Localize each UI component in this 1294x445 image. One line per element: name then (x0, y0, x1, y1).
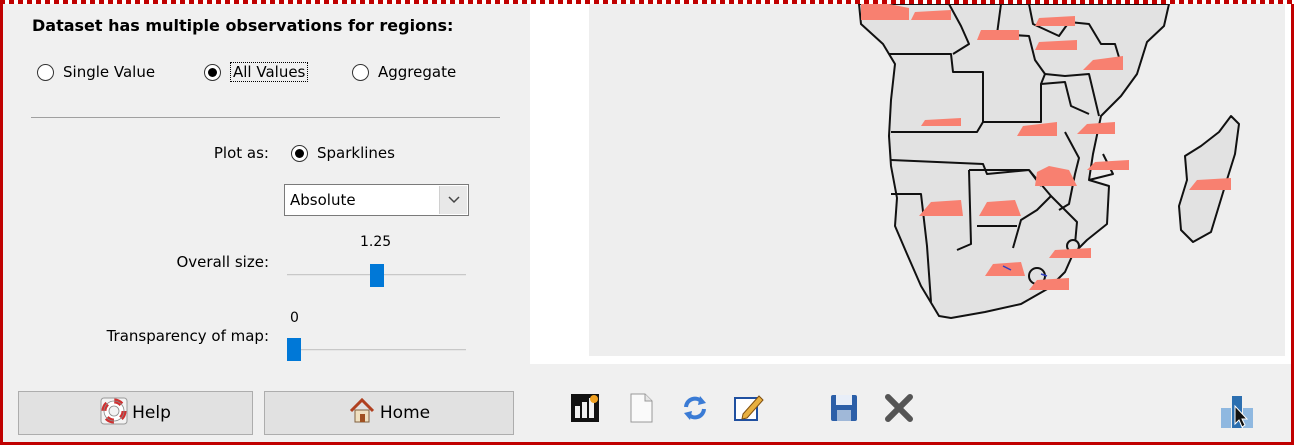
transparency-slider-track[interactable] (287, 349, 466, 351)
radio-all-values-label: All Values (230, 62, 309, 82)
radio-sparklines-label: Sparklines (317, 144, 395, 162)
save-icon[interactable] (828, 392, 860, 424)
home-button[interactable]: Home (264, 391, 514, 435)
transparency-label: Transparency of map: (106, 327, 269, 345)
lifebuoy-icon (100, 397, 128, 430)
plot-as-label: Plot as: (213, 144, 269, 162)
plot-mode-value: Absolute (290, 191, 356, 209)
radio-all-values-dot[interactable] (204, 63, 221, 81)
sparkline-3 (977, 30, 1019, 40)
radio-aggregate[interactable]: Aggregate (352, 59, 456, 85)
settings-panel: Dataset has multiple observations for re… (3, 4, 530, 364)
edit-icon[interactable] (733, 392, 765, 424)
plot-mode-select[interactable]: Absolute (284, 184, 469, 216)
overall-size-value: 1.25 (360, 234, 392, 250)
observations-radio-group: Single Value All Values Aggregate (3, 59, 530, 85)
radio-sparklines[interactable]: Sparklines (291, 140, 395, 166)
radio-aggregate-label: Aggregate (378, 63, 457, 81)
refresh-icon[interactable] (679, 392, 711, 424)
radio-single-value-label: Single Value (63, 63, 156, 81)
africa-map (858, 4, 1240, 319)
chart-icon[interactable] (569, 392, 601, 424)
section-separator (31, 117, 500, 118)
bottom-toolbar: Help Home (3, 364, 1291, 442)
help-button[interactable]: Help (18, 391, 253, 435)
overall-size-label: Overall size: (176, 253, 269, 271)
transparency-value: 0 (290, 310, 299, 326)
observations-heading: Dataset has multiple observations for re… (32, 16, 454, 35)
radio-sparklines-dot[interactable] (291, 144, 308, 162)
radio-single-value-dot[interactable] (37, 63, 54, 81)
chevron-down-icon[interactable] (439, 186, 467, 214)
close-icon[interactable] (883, 392, 915, 424)
radio-all-values[interactable]: All Values (204, 59, 309, 85)
overall-size-slider-thumb[interactable] (369, 264, 384, 287)
home-button-label: Home (379, 403, 431, 423)
map-canvas[interactable] (589, 4, 1285, 356)
home-icon (348, 397, 376, 430)
radio-aggregate-dot[interactable] (352, 63, 369, 81)
help-button-label: Help (132, 403, 171, 423)
pointer-cursor-icon[interactable] (1219, 394, 1255, 430)
new-document-icon[interactable] (625, 392, 657, 424)
radio-single-value[interactable]: Single Value (37, 59, 155, 85)
map-panel (530, 4, 1290, 364)
transparency-slider-thumb[interactable] (287, 338, 301, 361)
sparkline-10 (1087, 160, 1129, 170)
